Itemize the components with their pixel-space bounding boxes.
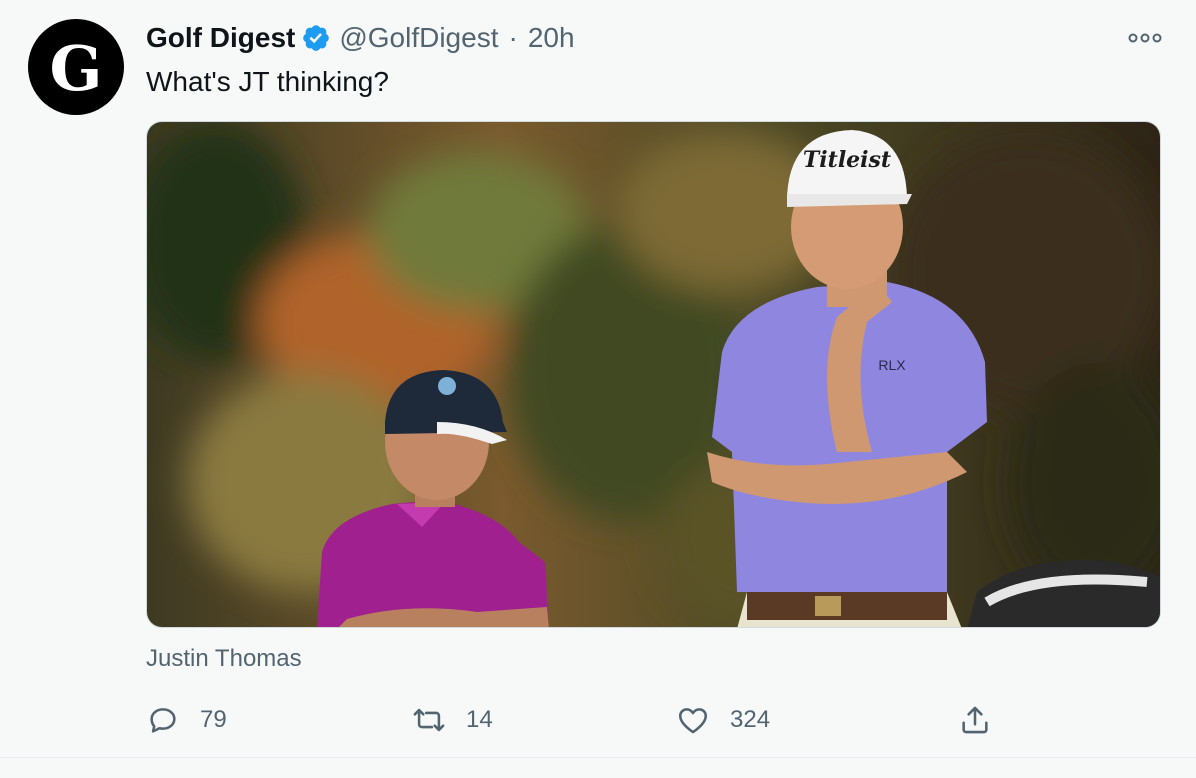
tweet-timestamp[interactable]: 20h	[528, 22, 575, 54]
like-icon	[678, 708, 708, 734]
reply-count: 79	[200, 706, 227, 733]
header-separator: ·	[508, 22, 518, 53]
tagged-people[interactable]: Justin Thomas	[146, 645, 302, 673]
tweet-card[interactable]: G Golf Digest @GolfDigest · 20h What's J…	[0, 0, 1196, 760]
author-display-name[interactable]: Golf Digest	[146, 22, 295, 54]
author-avatar[interactable]: G	[28, 19, 124, 115]
verified-badge-icon	[303, 25, 330, 51]
retweet-count: 14	[466, 706, 493, 733]
retweet-button[interactable]: 14	[412, 700, 493, 740]
share-button[interactable]	[958, 700, 992, 740]
tweet-header: Golf Digest @GolfDigest · 20h	[146, 20, 575, 56]
like-button[interactable]: 324	[676, 700, 770, 740]
retweet-icon	[413, 708, 445, 732]
more-options-icon[interactable]	[1128, 28, 1162, 48]
share-icon	[962, 706, 988, 734]
author-handle[interactable]: @GolfDigest	[339, 22, 498, 54]
like-count: 324	[730, 706, 771, 733]
shirt-logo-text: RLX	[878, 357, 906, 373]
tweet-text: What's JT thinking?	[146, 66, 389, 97]
cap-logo-text: Titleist	[803, 147, 891, 173]
tweet-photo[interactable]: Titleist RLX	[146, 121, 1161, 628]
reply-icon	[150, 708, 176, 733]
tweet-actions: 79 14 324	[0, 700, 1196, 740]
reply-button[interactable]: 79	[146, 700, 227, 740]
avatar-logo: G	[49, 32, 103, 105]
tweet-divider	[0, 757, 1196, 758]
